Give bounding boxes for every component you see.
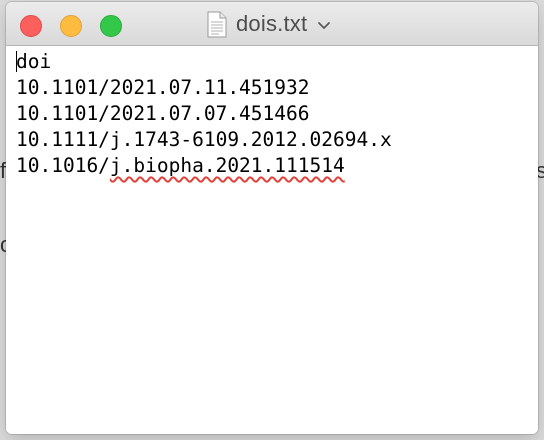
text-line[interactable]: 10.1111/j.1743-6109.2012.02694.x bbox=[16, 127, 392, 153]
document-title[interactable]: dois.txt bbox=[206, 10, 331, 38]
text-editor-area[interactable]: doi 10.1101/2021.07.11.451932 10.1101/20… bbox=[6, 46, 538, 434]
line-text: doi bbox=[16, 50, 52, 73]
text-line[interactable]: 10.1101/2021.07.11.451932 bbox=[16, 75, 392, 101]
line-text: 10.1101/2021.07.07.451466 bbox=[16, 102, 310, 125]
misspelled-word: j.biopha.2021.111514 bbox=[109, 154, 345, 177]
title-bar[interactable]: dois.txt bbox=[6, 2, 538, 46]
minimize-window-button[interactable] bbox=[60, 15, 82, 37]
textedit-window: dois.txt doi 10.1101/2021.07.11.451932 1… bbox=[6, 2, 538, 434]
line-text: 10.1101/2021.07.11.451932 bbox=[16, 76, 310, 99]
text-line[interactable]: 10.1016/j.biopha.2021.111514 bbox=[16, 153, 392, 179]
chevron-down-icon[interactable] bbox=[317, 20, 331, 30]
close-window-button[interactable] bbox=[20, 15, 42, 37]
text-lines: doi 10.1101/2021.07.11.451932 10.1101/20… bbox=[16, 49, 392, 179]
window-title: dois.txt bbox=[236, 11, 308, 36]
line-text: 10.1016/ bbox=[16, 154, 110, 177]
text-line[interactable]: doi bbox=[16, 49, 392, 75]
line-text: 10.1111/j.1743-6109.2012.02694.x bbox=[16, 128, 392, 151]
text-document-icon bbox=[207, 11, 227, 37]
fullscreen-window-button[interactable] bbox=[100, 15, 122, 37]
text-line[interactable]: 10.1101/2021.07.07.451466 bbox=[16, 101, 392, 127]
